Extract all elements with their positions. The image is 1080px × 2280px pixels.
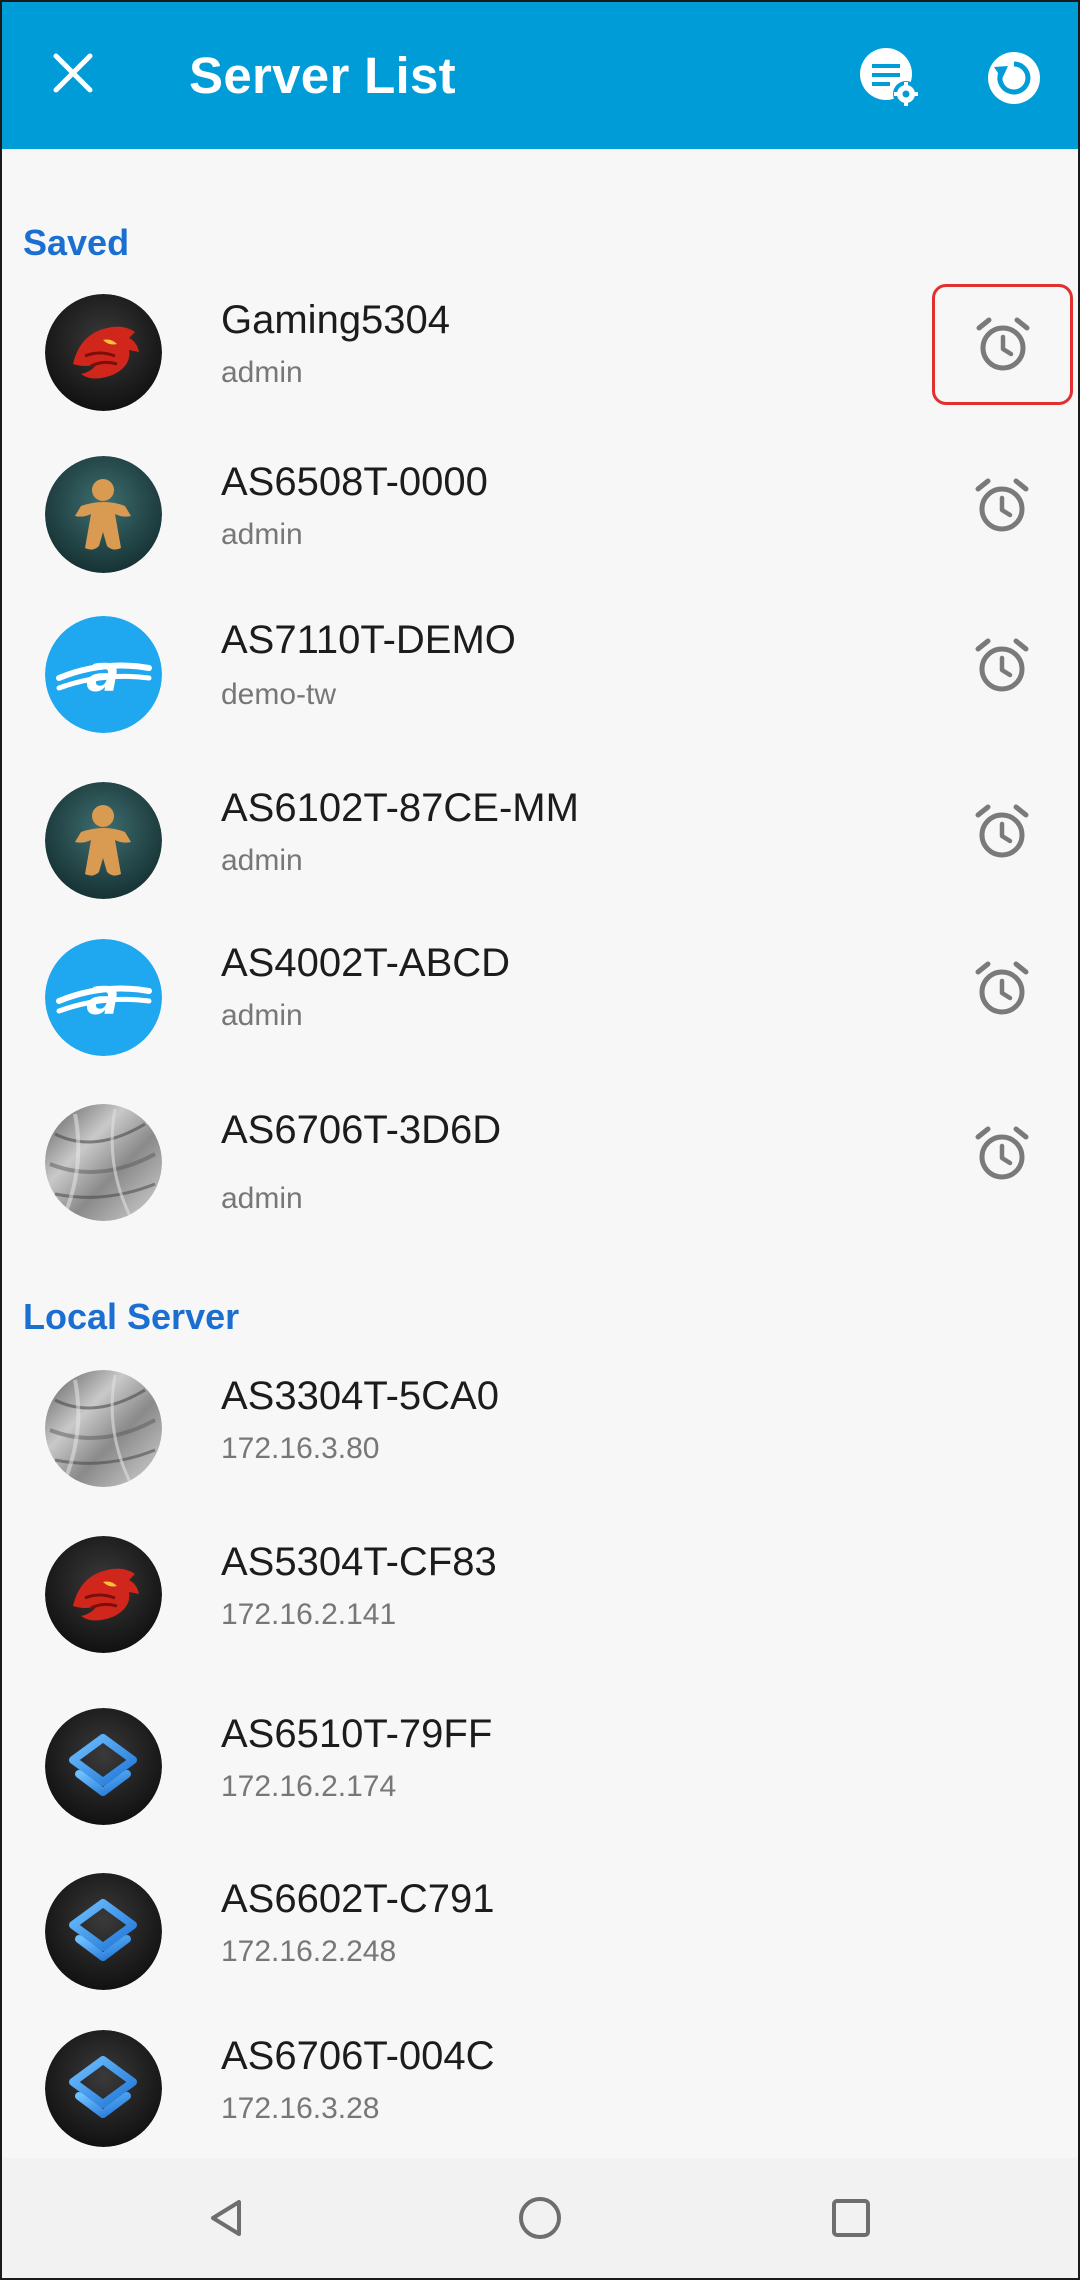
alarm-clock-icon [975,961,1029,1015]
section-header-saved: Saved [23,222,130,263]
server-ip-address: 172.16.2.174 [221,1770,397,1803]
person-avatar [45,782,162,899]
system-nav-bar [0,2158,1080,2280]
recents-square-icon [832,2199,870,2237]
server-username: admin [221,518,303,551]
server-list-item[interactable]: AS6602T-C791 172.16.2.248 [0,1853,1080,2011]
server-username: admin [221,844,303,877]
server-name: AS3304T-5CA0 [221,1374,499,1418]
page-title: Server List [189,47,456,104]
server-name: AS4002T-ABCD [221,941,511,985]
server-list-item[interactable]: AS6510T-79FF 172.16.2.174 [0,1688,1080,1846]
schedule-alarm-button[interactable] [932,446,1072,566]
server-name: Gaming5304 [221,298,451,342]
server-list-item[interactable]: AS5304T-CF83 172.16.2.141 [0,1516,1080,1674]
person-avatar [45,456,162,573]
nav-back-button[interactable] [187,2178,267,2258]
alarm-clock-icon [975,1126,1029,1180]
texture-avatar [45,1104,162,1221]
server-username: demo-tw [221,678,337,711]
server-list-item[interactable]: Gaming5304 admin [0,274,1080,432]
server-ip-address: 172.16.3.80 [221,1432,380,1465]
server-ip-address: 172.16.3.28 [221,2092,380,2125]
server-username: admin [221,356,303,389]
schedule-alarm-button[interactable] [932,772,1072,892]
layers-logo-avatar [45,2030,162,2147]
schedule-alarm-button[interactable] [932,1094,1072,1214]
alarm-clock-icon [975,478,1029,532]
server-list-item[interactable]: AS6706T-3D6D admin [0,1084,1080,1242]
server-name: AS6508T-0000 [221,460,488,504]
svg-text:a: a [86,968,120,1026]
refresh-button[interactable] [978,42,1050,114]
server-name: AS6510T-79FF [221,1712,493,1756]
server-name: AS6706T-3D6D [221,1108,502,1152]
server-list-item[interactable]: AS6102T-87CE-MM admin [0,762,1080,920]
layers-logo-avatar [45,1873,162,1990]
section-header-local-server: Local Server [23,1296,240,1337]
asustor-logo-avatar: a [45,616,162,733]
server-list-item[interactable]: a AS4002T-ABCD admin [0,919,1080,1077]
schedule-alarm-button[interactable] [932,606,1072,726]
close-button[interactable] [42,42,104,104]
server-list-item[interactable]: AS6706T-004C 172.16.3.28 [0,2010,1080,2168]
app-bar: Server List [0,0,1080,149]
refresh-icon [988,52,1040,104]
server-username: admin [221,1182,303,1215]
dragon-avatar [45,294,162,411]
server-name: AS7110T-DEMO [221,618,516,662]
server-username: admin [221,999,303,1032]
schedule-alarm-button[interactable] [932,929,1072,1049]
alarm-clock-icon [975,638,1029,692]
nav-home-button[interactable] [500,2178,580,2258]
dragon-avatar [45,1536,162,1653]
server-name: AS5304T-CF83 [221,1540,497,1584]
list-settings-button[interactable] [854,42,926,114]
server-list-item[interactable]: AS3304T-5CA0 172.16.3.80 [0,1350,1080,1508]
schedule-alarm-button[interactable] [932,284,1073,405]
server-ip-address: 172.16.2.141 [221,1598,397,1631]
server-name: AS6602T-C791 [221,1877,495,1921]
back-triangle-icon [211,2200,241,2236]
layers-logo-avatar [45,1708,162,1825]
close-icon [53,53,93,93]
alarm-clock-icon [975,804,1029,858]
asustor-logo-avatar: a [45,939,162,1056]
home-circle-icon [519,2197,561,2239]
nav-recents-button[interactable] [811,2178,891,2258]
server-name: AS6706T-004C [221,2034,495,2078]
alarm-clock-icon [976,317,1029,370]
server-name: AS6102T-87CE-MM [221,786,579,830]
list-settings-icon [860,48,919,107]
server-ip-address: 172.16.2.248 [221,1935,397,1968]
texture-avatar [45,1370,162,1487]
server-list-item[interactable]: a AS7110T-DEMO demo-tw [0,596,1080,754]
svg-text:a: a [86,645,120,703]
server-list-item[interactable]: AS6508T-0000 admin [0,436,1080,594]
